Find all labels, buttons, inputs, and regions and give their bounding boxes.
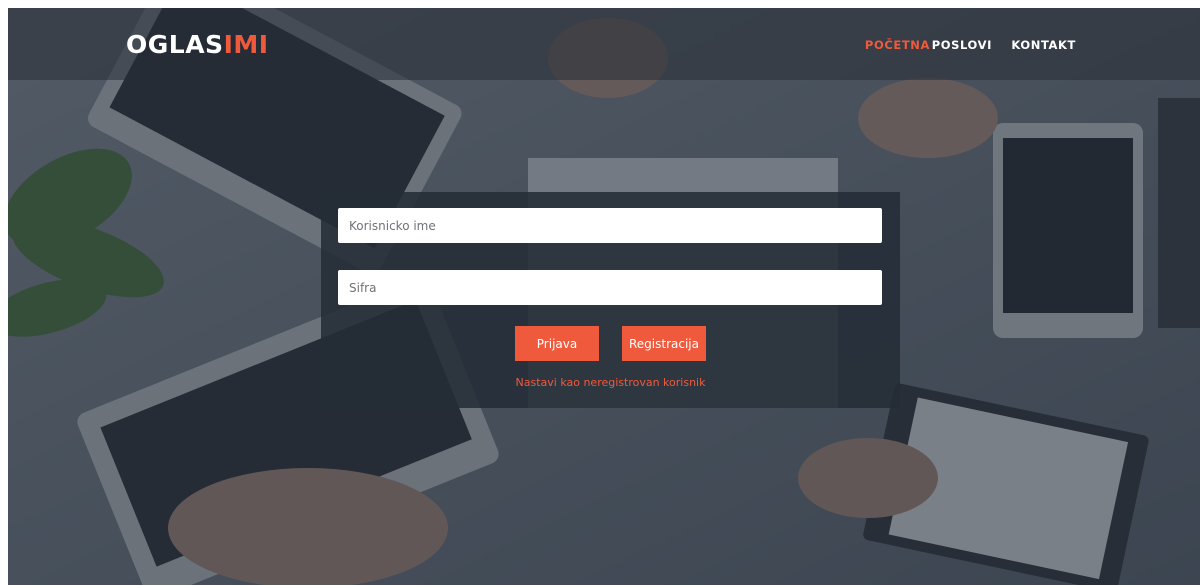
register-button[interactable]: Registracija (622, 326, 706, 361)
navbar: OGLASIMI POČETNA POSLOVI KONTAKT (8, 8, 1200, 80)
guest-continue-link[interactable]: Nastavi kao neregistrovan korisnik (321, 376, 900, 389)
page: OGLASIMI POČETNA POSLOVI KONTAKT Prijava… (8, 8, 1200, 585)
nav-item-poslovi[interactable]: POSLOVI (932, 38, 992, 52)
nav-item-kontakt[interactable]: KONTAKT (1011, 38, 1076, 52)
nav-item-pocetna[interactable]: POČETNA (865, 38, 930, 52)
login-button[interactable]: Prijava (515, 326, 599, 361)
site-logo[interactable]: OGLASIMI (126, 30, 269, 60)
username-input[interactable] (338, 208, 882, 243)
logo-text-primary: OGLAS (126, 30, 224, 59)
logo-text-accent: IMI (223, 30, 269, 59)
login-panel: Prijava Registracija Nastavi kao neregis… (321, 192, 900, 408)
password-input[interactable] (338, 270, 882, 305)
